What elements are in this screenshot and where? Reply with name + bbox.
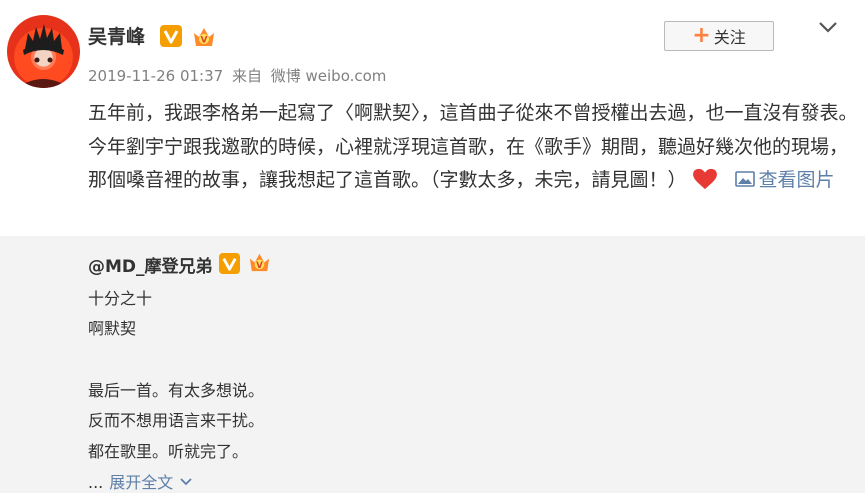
expand-full-text-link[interactable]: 展开全文 bbox=[109, 473, 193, 492]
svg-text:V: V bbox=[256, 261, 263, 271]
image-icon bbox=[734, 171, 755, 187]
crown-badge-icon: V bbox=[194, 28, 214, 46]
avatar-portrait bbox=[17, 24, 70, 88]
view-images-label: 查看图片 bbox=[758, 169, 835, 191]
follow-button[interactable]: + 关注 bbox=[664, 21, 774, 51]
follow-label: 关注 bbox=[713, 28, 746, 47]
post-source[interactable]: 微博 weibo.com bbox=[271, 67, 387, 85]
repost-line: 最后一首。有太多想说。 bbox=[88, 381, 265, 400]
repost-line: 十分之十 bbox=[88, 289, 153, 308]
post-source-prefix: 来自 bbox=[231, 67, 262, 85]
svg-text:V: V bbox=[201, 36, 208, 46]
plus-icon: + bbox=[692, 23, 711, 48]
repost-line: 啊默契 bbox=[88, 319, 137, 338]
repost-line: 反而不想用语言来干扰。 bbox=[88, 411, 265, 430]
post-author-name[interactable]: 吴青峰 bbox=[88, 22, 145, 49]
post-timestamp[interactable]: 2019-11-26 01:37 bbox=[88, 67, 223, 85]
avatar[interactable] bbox=[7, 15, 80, 88]
ellipsis: ... bbox=[88, 473, 104, 492]
verified-badge-icon bbox=[219, 253, 240, 274]
chevron-down-icon[interactable] bbox=[818, 20, 838, 34]
verified-badge-icon bbox=[160, 25, 182, 47]
chevron-down-icon bbox=[180, 478, 192, 486]
repost-line: 都在歌里。听就完了。 bbox=[88, 442, 249, 461]
view-images-link[interactable]: 查看图片 bbox=[734, 169, 835, 191]
repost-author-name[interactable]: @MD_摩登兄弟 bbox=[88, 252, 213, 277]
post-text: 五年前，我跟李格弟一起寫了〈啊默契〉，這首曲子從來不曾授權出去過，也一直沒有發表… bbox=[88, 97, 858, 198]
post-meta: 2019-11-26 01:37 来自 微博 weibo.com bbox=[88, 65, 390, 86]
expand-row: ... 展开全文 bbox=[88, 469, 193, 493]
crown-badge-icon: V bbox=[249, 253, 270, 272]
heart-icon bbox=[692, 168, 717, 190]
expand-label: 展开全文 bbox=[109, 473, 174, 492]
